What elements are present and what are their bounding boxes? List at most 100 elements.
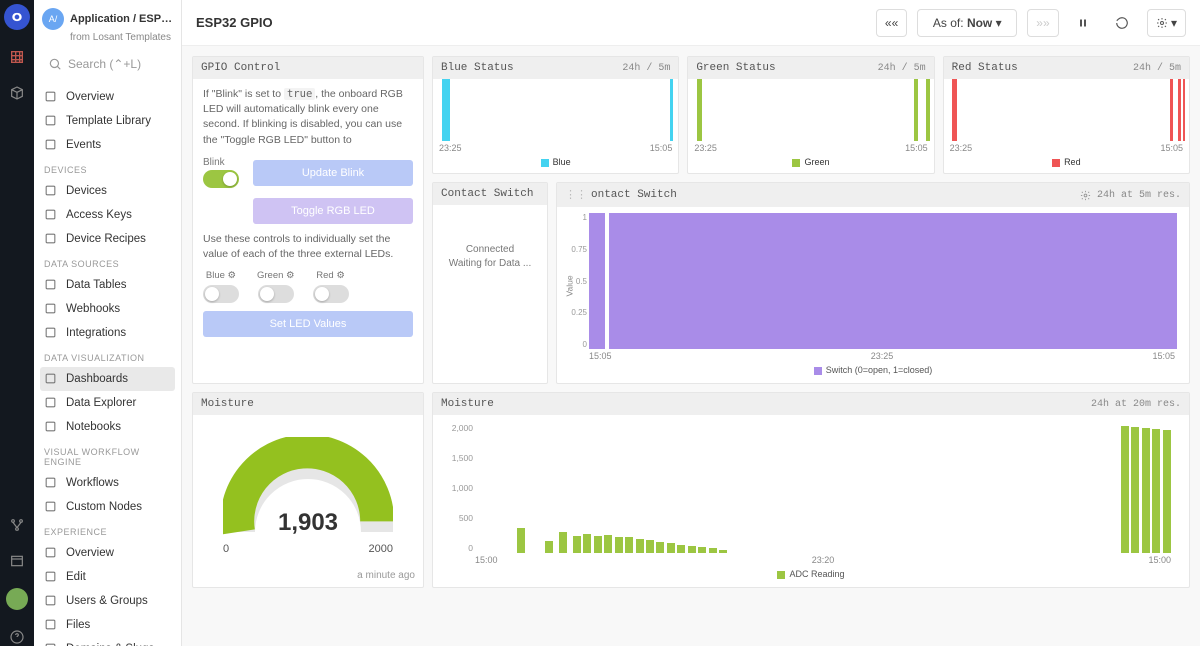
nav-item-icon	[44, 476, 58, 490]
topbar: ESP32 GPIO «« As of: Now ▾ »» ▾	[182, 0, 1200, 46]
nav-item-icon	[44, 232, 58, 246]
icon-rail	[0, 0, 34, 646]
nav-item-icon	[44, 500, 58, 514]
blink-toggle[interactable]	[203, 170, 239, 188]
asof-label: As of:	[933, 16, 964, 30]
asof-value: Now	[967, 16, 992, 30]
timestamp: a minute ago	[193, 564, 423, 587]
moisture-gauge-card: Moisture 1,903 0 2000	[192, 392, 424, 588]
gpio-description: If "Blink" is set to true, the onboard R…	[203, 87, 413, 148]
sidebar: A/ Application / ESP32 an… from Losant T…	[34, 0, 182, 646]
gauge-max: 2000	[369, 543, 393, 555]
nav-item-icon	[44, 396, 58, 410]
sidebar-item-overview[interactable]: Overview	[34, 85, 181, 109]
search-icon	[48, 57, 62, 71]
nodes-icon[interactable]	[8, 516, 26, 534]
card-title: Contact Switch	[441, 188, 533, 200]
asof-dropdown[interactable]: As of: Now ▾	[917, 9, 1017, 37]
sidebar-category: VISUAL WORKFLOW ENGINE	[34, 439, 181, 471]
grid-icon[interactable]	[8, 48, 26, 66]
nav-item-icon	[44, 642, 58, 646]
led-toggle-blue[interactable]	[203, 285, 239, 303]
mini-chart	[437, 79, 674, 141]
resolution-label: 24h at 20m res.	[1091, 399, 1181, 410]
set-led-button[interactable]: Set LED Values	[203, 311, 413, 337]
legend-label: Green	[804, 157, 829, 167]
moisture-bars-card: Moisture 24h at 20m res. 2,0001,5001,000…	[432, 392, 1190, 588]
refresh-button[interactable]	[1107, 9, 1137, 37]
status-mini-card: Red Status24h / 5m23:2515:05Red	[943, 56, 1190, 174]
sidebar-item-integrations[interactable]: Integrations	[34, 321, 181, 345]
nav-item-icon	[44, 114, 58, 128]
sidebar-item-notebooks[interactable]: Notebooks	[34, 415, 181, 439]
sidebar-item-data-tables[interactable]: Data Tables	[34, 273, 181, 297]
status-mini-card: Blue Status24h / 5m23:2515:05Blue	[432, 56, 679, 174]
nav-item-icon	[44, 372, 58, 386]
user-avatar[interactable]	[6, 588, 28, 610]
led-label: Red ⚙	[316, 270, 345, 281]
sidebar-item-users-groups[interactable]: Users & Groups	[34, 589, 181, 613]
legend-label: Blue	[553, 157, 571, 167]
sidebar-item-webhooks[interactable]: Webhooks	[34, 297, 181, 321]
breadcrumb[interactable]: Application / ESP32 an…	[70, 13, 173, 25]
sidebar-item-template-library[interactable]: Template Library	[34, 109, 181, 133]
range-label: 24h / 5m	[1133, 63, 1181, 74]
card-title: Green Status	[696, 62, 775, 74]
gpio-desc2: Use these controls to individually set t…	[203, 232, 413, 262]
app-avatar: A/	[42, 8, 64, 30]
sidebar-item-edit[interactable]: Edit	[34, 565, 181, 589]
drag-handle-icon[interactable]: ⋮⋮	[565, 188, 587, 202]
blink-label: Blink	[203, 157, 239, 168]
mini-chart	[948, 79, 1185, 141]
pause-button[interactable]	[1069, 9, 1097, 37]
sidebar-item-access-keys[interactable]: Access Keys	[34, 203, 181, 227]
sidebar-category: EXPERIENCE	[34, 519, 181, 541]
sidebar-item-domains-slugs[interactable]: Domains & Slugs	[34, 637, 181, 646]
toggle-rgb-button[interactable]: Toggle RGB LED	[253, 198, 413, 224]
led-label: Green ⚙	[257, 270, 295, 281]
sidebar-category: DATA VISUALIZATION	[34, 345, 181, 367]
sidebar-category: DATA SOURCES	[34, 251, 181, 273]
update-blink-button[interactable]: Update Blink	[253, 160, 413, 186]
contact-switch-small: Contact Switch ConnectedWaiting for Data…	[432, 182, 548, 384]
nav-item-icon	[44, 546, 58, 560]
sidebar-item-dashboards[interactable]: Dashboards	[40, 367, 175, 391]
sidebar-item-overview[interactable]: Overview	[34, 541, 181, 565]
sidebar-item-device-recipes[interactable]: Device Recipes	[34, 227, 181, 251]
cube-icon[interactable]	[8, 84, 26, 102]
gpio-control-card: GPIO Control If "Blink" is set to true, …	[192, 56, 424, 384]
card-title: ontact Switch	[591, 189, 677, 201]
gauge-min: 0	[223, 543, 229, 555]
led-toggle-red[interactable]	[313, 285, 349, 303]
card-title: GPIO Control	[201, 62, 280, 74]
time-next-button[interactable]: »»	[1027, 9, 1058, 37]
sidebar-item-events[interactable]: Events	[34, 133, 181, 157]
sidebar-item-workflows[interactable]: Workflows	[34, 471, 181, 495]
nav-item-icon	[44, 420, 58, 434]
card-title: Blue Status	[441, 62, 514, 74]
sidebar-item-devices[interactable]: Devices	[34, 179, 181, 203]
led-label: Blue ⚙	[206, 270, 236, 281]
help-icon[interactable]	[8, 628, 26, 646]
time-prev-button[interactable]: ««	[876, 9, 907, 37]
settings-button[interactable]: ▾	[1147, 9, 1186, 37]
sidebar-item-custom-nodes[interactable]: Custom Nodes	[34, 495, 181, 519]
gear-icon	[1156, 17, 1168, 29]
page-title: ESP32 GPIO	[196, 15, 866, 30]
led-toggle-green[interactable]	[258, 285, 294, 303]
nav-item-icon	[44, 208, 58, 222]
search-input[interactable]: Search (⌃+L)	[42, 53, 173, 75]
nav-item-icon	[44, 326, 58, 340]
card-settings-icon[interactable]	[1080, 190, 1091, 201]
window-icon[interactable]	[8, 552, 26, 570]
sidebar-item-data-explorer[interactable]: Data Explorer	[34, 391, 181, 415]
nav-item-icon	[44, 138, 58, 152]
legend-label: Red	[1064, 157, 1081, 167]
logo-icon[interactable]	[4, 4, 30, 30]
card-title: Moisture	[441, 398, 494, 410]
nav-item-icon	[44, 90, 58, 104]
sidebar-item-files[interactable]: Files	[34, 613, 181, 637]
search-placeholder: Search (⌃+L)	[68, 57, 141, 71]
contact-status: ConnectedWaiting for Data ...	[433, 205, 547, 383]
resolution-label: 24h at 5m res.	[1097, 190, 1181, 201]
